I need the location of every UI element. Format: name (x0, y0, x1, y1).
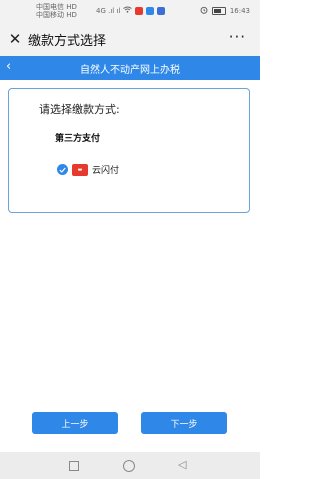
back-chevron-icon[interactable]: ‹ (6, 59, 11, 74)
status-bar: 中国电信 HD 中国移动 HD 4G .ıl ıl 16:43 (0, 0, 260, 22)
page-title: 缴款方式选择 (28, 33, 107, 49)
close-icon[interactable]: ✕ (4, 30, 26, 48)
prev-step-button[interactable]: 上一步 (32, 412, 118, 434)
app-notification-icon (146, 6, 155, 15)
back-icon[interactable]: ◁ (178, 458, 186, 471)
payment-method-card: 请选择缴款方式: 第三方支付 ▬ 云闪付 (8, 88, 250, 213)
home-icon[interactable] (123, 460, 135, 472)
recent-apps-icon[interactable] (69, 461, 79, 471)
more-options-icon[interactable]: ··· (229, 28, 246, 46)
next-step-button[interactable]: 下一步 (141, 412, 227, 434)
clock-time: 16:43 (229, 7, 250, 15)
carrier-info: 中国电信 HD 中国移动 HD (36, 3, 77, 19)
app-notification-icon (157, 6, 166, 15)
status-icons: 4G .ıl ıl (96, 6, 166, 15)
checkmark-icon[interactable] (57, 164, 68, 175)
unionpay-logo-icon: ▬ (72, 163, 88, 176)
signal-indicator: 4G .ıl ıl (96, 6, 121, 15)
payment-option-unionpay[interactable]: ▬ 云闪付 (57, 163, 119, 176)
banner-title: 自然人不动产网上办税 (80, 64, 180, 76)
banner: ‹ 自然人不动产网上办税 (0, 56, 260, 80)
system-nav-bar: ◁ (0, 452, 260, 479)
alarm-icon (200, 6, 208, 16)
battery-icon (211, 7, 226, 15)
card-heading: 请选择缴款方式: (39, 103, 120, 116)
section-title: 第三方支付 (55, 134, 101, 144)
carrier-line-1: 中国电信 HD (36, 3, 77, 11)
app-notification-icon (135, 6, 144, 15)
option-label: 云闪付 (92, 166, 120, 176)
carrier-line-2: 中国移动 HD (36, 11, 77, 19)
title-bar: ✕ 缴款方式选择 ··· (0, 22, 260, 56)
wifi-icon (123, 6, 133, 15)
right-status: 16:43 (200, 6, 250, 16)
